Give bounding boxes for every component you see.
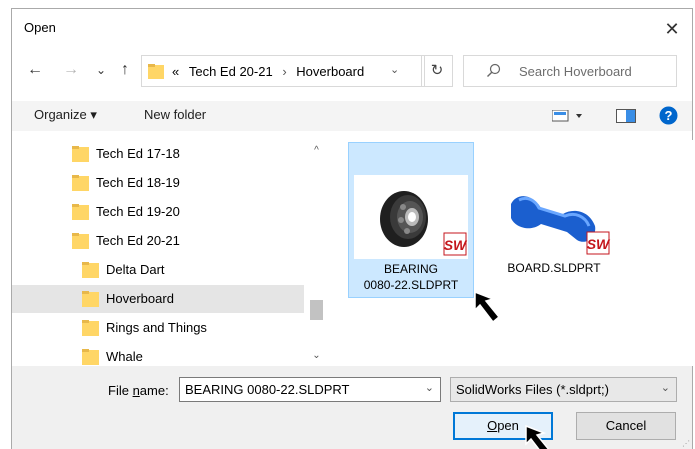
breadcrumb: « Tech Ed 20-21 › Hoverboard [172, 64, 364, 79]
tree-item[interactable]: Rings and Things [12, 314, 304, 342]
dialog-title: Open [24, 20, 56, 35]
folder-icon [82, 349, 99, 365]
resize-grip-icon[interactable]: ⋰ [682, 439, 690, 448]
cancel-button[interactable]: Cancel [576, 412, 676, 440]
new-folder-button[interactable]: New folder [144, 107, 206, 122]
forward-icon[interactable]: → [60, 59, 82, 81]
address-bar[interactable]: « Tech Ed 20-21 › Hoverboard ⌄ [141, 55, 425, 87]
svg-text:?: ? [665, 108, 673, 123]
folder-icon [72, 204, 89, 220]
bottom-panel: File name: BEARING 0080-22.SLDPRT ⌄ Soli… [12, 366, 692, 449]
view-options-icon[interactable] [552, 110, 586, 122]
file-list: SW BEARING 0080-22.SLDPRT SW BOARD.SLDPR… [328, 140, 694, 366]
tree-item-label: Rings and Things [106, 320, 207, 335]
help-icon[interactable]: ? [659, 106, 678, 125]
tree-item-label: Hoverboard [106, 291, 174, 306]
file-thumbnail: SW [497, 174, 611, 258]
file-type-dropdown-icon[interactable]: ⌄ [661, 381, 670, 394]
tree-item-label: Whale [106, 349, 143, 364]
command-toolbar: Organize ▾ New folder ? [12, 101, 692, 131]
file-thumbnail: SW [354, 175, 468, 259]
navigation-pane: Tech Ed 17-18 Tech Ed 18-19 Tech Ed 19-20 T… [12, 140, 327, 366]
scroll-thumb[interactable] [310, 300, 323, 320]
tree-item-label: Tech Ed 17-18 [96, 146, 180, 161]
file-name-line1: BOARD.SLDPRT [507, 261, 601, 275]
scroll-up-icon[interactable]: ^ [308, 142, 325, 159]
file-name-label: File name: [108, 383, 169, 398]
board-thumbnail-icon: SW [511, 196, 611, 255]
svg-text:SW: SW [444, 237, 468, 253]
up-folder-icon[interactable]: ↑ [114, 59, 136, 81]
breadcrumb-overflow[interactable]: « [172, 64, 179, 79]
tree-item[interactable]: Tech Ed 18-19 [12, 169, 304, 197]
file-type-value: SolidWorks Files (*.sldprt;) [456, 382, 609, 397]
tree-item[interactable]: Tech Ed 17-18 [12, 140, 304, 168]
title-bar: Open ✕ [12, 9, 692, 49]
tree-item-label: Delta Dart [106, 262, 165, 277]
breadcrumb-current[interactable]: Hoverboard [296, 64, 364, 79]
file-item-board[interactable]: SW BOARD.SLDPRT [492, 142, 618, 298]
file-name-input[interactable]: BEARING 0080-22.SLDPRT ⌄ [179, 377, 441, 402]
folder-icon [72, 146, 89, 162]
navigation-row: ← → ⌄ ↑ « Tech Ed 20-21 › Hoverboard ⌄ ↻ [12, 55, 692, 87]
breadcrumb-separator[interactable]: › [276, 64, 292, 79]
svg-text:SW: SW [587, 236, 611, 252]
file-name: BEARING 0080-22.SLDPRT [351, 261, 471, 293]
preview-pane-icon[interactable] [616, 109, 636, 123]
recent-locations-icon[interactable]: ⌄ [90, 59, 112, 81]
refresh-icon: ↻ [430, 62, 444, 79]
search-placeholder: Search Hoverboard [519, 64, 632, 79]
tree-item[interactable]: Delta Dart [12, 256, 304, 284]
file-item-bearing[interactable]: SW BEARING 0080-22.SLDPRT [348, 142, 474, 298]
folder-icon [72, 233, 89, 249]
close-icon[interactable]: ✕ [658, 15, 686, 43]
tree-item[interactable]: Whale [12, 343, 304, 366]
tree-item[interactable]: Tech Ed 20-21 [12, 227, 304, 255]
search-icon [487, 63, 501, 77]
navigation-scrollbar[interactable]: ^ ⌄ [308, 140, 325, 366]
file-name: BOARD.SLDPRT [494, 260, 614, 276]
scroll-down-icon[interactable]: ⌄ [308, 347, 325, 364]
file-name-line1: BEARING [383, 262, 438, 276]
folder-icon [82, 291, 99, 307]
pointer-arrow-icon [525, 424, 550, 449]
bearing-thumbnail-icon: SW [380, 191, 468, 256]
refresh-button[interactable]: ↻ [421, 55, 453, 87]
file-name-dropdown-icon[interactable]: ⌄ [425, 381, 434, 394]
organize-menu[interactable]: Organize ▾ [34, 107, 97, 123]
pointer-arrow-icon [474, 290, 501, 324]
tree-item-label: Tech Ed 19-20 [96, 204, 180, 219]
address-dropdown-icon[interactable]: ⌄ [390, 63, 399, 76]
open-dialog: Open ✕ ← → ⌄ ↑ « Tech Ed 20-21 › Hoverbo… [11, 8, 694, 449]
folder-icon [82, 320, 99, 336]
tree-item[interactable]: Tech Ed 19-20 [12, 198, 304, 226]
search-box[interactable]: Search Hoverboard [463, 55, 677, 87]
file-name-line2: 0080-22.SLDPRT [363, 278, 459, 292]
folder-icon [82, 262, 99, 278]
tree-item-label: Tech Ed 18-19 [96, 175, 180, 190]
tree-item-label: Tech Ed 20-21 [96, 233, 180, 248]
file-name-value: BEARING 0080-22.SLDPRT [185, 382, 350, 397]
tree-item[interactable]: Hoverboard [12, 285, 304, 313]
folder-icon [72, 175, 89, 191]
back-icon[interactable]: ← [24, 59, 46, 81]
folder-icon [148, 64, 164, 79]
breadcrumb-parent[interactable]: Tech Ed 20-21 [183, 64, 273, 79]
file-type-select[interactable]: SolidWorks Files (*.sldprt;) ⌄ [450, 377, 677, 402]
